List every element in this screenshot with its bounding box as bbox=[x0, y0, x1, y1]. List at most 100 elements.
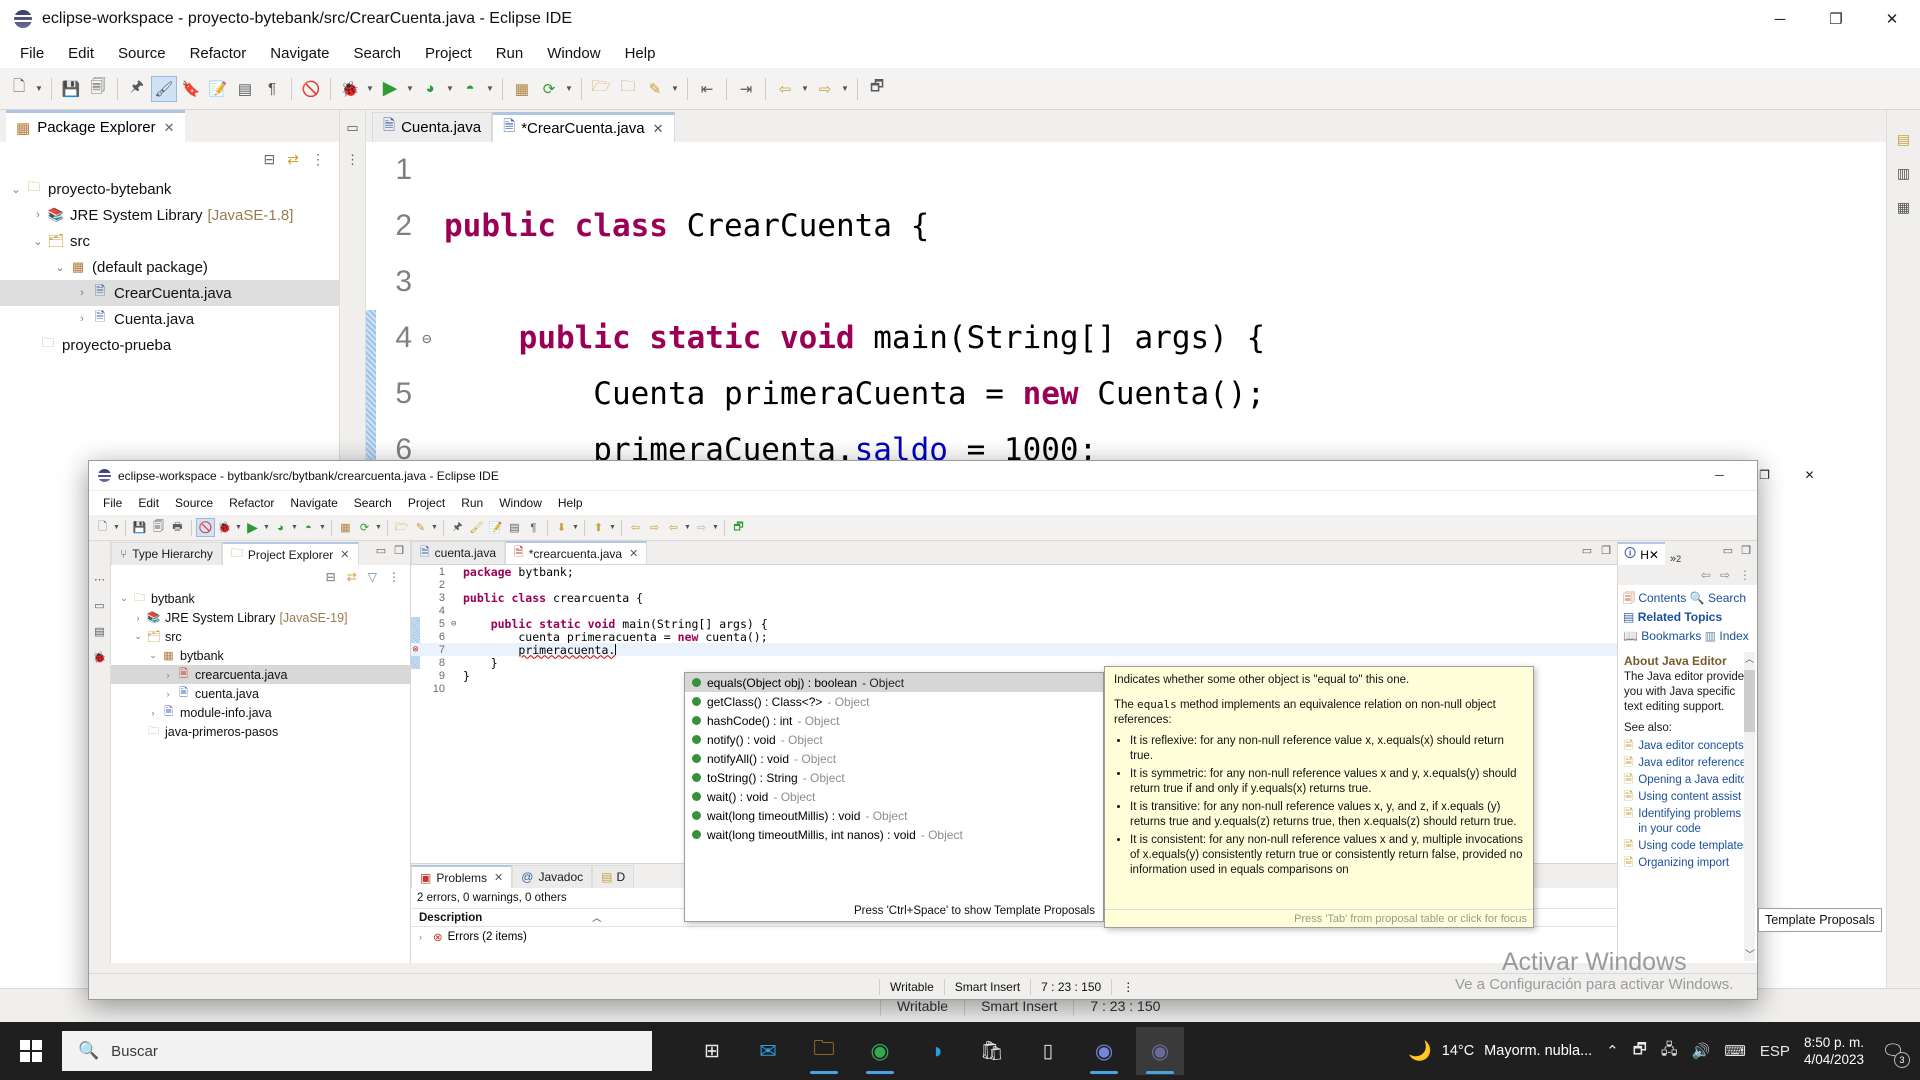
code-line[interactable]: 3 bbox=[366, 254, 1920, 310]
tree-item-crearcuenta-java[interactable]: › 🗎 crearcuenta.java bbox=[111, 665, 410, 684]
open-type-icon[interactable]: ▤ bbox=[505, 518, 524, 537]
network-icon[interactable]: 🖧 bbox=[1661, 1039, 1678, 1064]
new-java-class-icon[interactable]: 📝 bbox=[205, 76, 231, 102]
help-link-search[interactable]: Search bbox=[1708, 591, 1746, 605]
java-perspective-icon[interactable]: ▤ bbox=[1887, 122, 1920, 156]
pilcrow-icon[interactable]: ¶ bbox=[524, 518, 543, 537]
back-icon[interactable]: ⇦ bbox=[626, 518, 645, 537]
menu-project[interactable]: Project bbox=[413, 41, 484, 66]
background-toolbar[interactable]: 🗋 ▼ 💾 🗐 🖈 🖌 🔖 📝 ▤ ¶ 🚫 🐞 ▼ ▶ ▼ ◕ ▼ ◓ ▼ ▦ ⟳ ▼ 🗁 … bbox=[0, 68, 1920, 110]
external-tools-dropdown-arrow[interactable]: ▼ bbox=[484, 84, 496, 93]
code-line[interactable]: 4 ⊖ public static void main(String[] arg… bbox=[366, 310, 1920, 366]
topic-link[interactable]: Java editor reference bbox=[1638, 756, 1746, 771]
next-annotation-dropdown-arrow[interactable]: ▼ bbox=[571, 524, 580, 531]
camera-icon[interactable]: 🗗 bbox=[1633, 1039, 1647, 1064]
quick-fix-icon[interactable]: ✎ bbox=[411, 518, 430, 537]
menu-edit[interactable]: Edit bbox=[130, 494, 167, 512]
status-menu-icon[interactable]: ⋮ bbox=[1111, 978, 1144, 995]
code-line[interactable]: 2 public class CrearCuenta { bbox=[366, 198, 1920, 254]
twisty-icon[interactable]: ⌄ bbox=[8, 183, 24, 196]
run-dropdown-arrow[interactable]: ▼ bbox=[262, 524, 271, 531]
close-icon[interactable]: ✕ bbox=[164, 120, 175, 136]
discord-icon[interactable]: ◉ bbox=[1080, 1027, 1128, 1075]
taskbar-system-tray[interactable]: 🌙 14°C Mayorm. nubla... ⌃ 🗗 🖧 🔊 ⌨ ESP 8:… bbox=[1408, 1034, 1920, 1068]
forward-arrow-icon[interactable]: ⇨ bbox=[1720, 568, 1730, 582]
problems-row-errors[interactable]: › ⊗ Errors (2 items) bbox=[411, 927, 1617, 946]
proposal-item-wait-timeout[interactable]: wait(long timeoutMillis) : void - Object bbox=[685, 806, 1103, 825]
twisty-icon[interactable]: › bbox=[419, 932, 433, 942]
notifications-button[interactable]: 🗨 3 bbox=[1878, 1036, 1910, 1068]
toggle-breakpoint-icon[interactable]: 🖈 bbox=[124, 76, 150, 102]
tree-item-src[interactable]: ⌄ 🗂 src bbox=[0, 228, 339, 254]
edge-icon[interactable]: ◑ bbox=[912, 1027, 960, 1075]
app-icon[interactable]: ▯ bbox=[1024, 1027, 1072, 1075]
tab-overflow-indicator[interactable]: » 2 bbox=[1665, 553, 1686, 565]
help-navigation-toolbar[interactable]: ⇦ ⇨ ⋮ bbox=[1618, 565, 1757, 585]
topic-link[interactable]: Identifying problems in your code bbox=[1638, 807, 1751, 837]
menu-navigate[interactable]: Navigate bbox=[258, 41, 341, 66]
more-icon[interactable]: ⋯ bbox=[89, 567, 110, 593]
scroll-up-icon[interactable]: ︿ bbox=[1744, 652, 1755, 665]
volume-icon[interactable]: 🔊 bbox=[1692, 1042, 1711, 1060]
debug-small-icon[interactable]: 🐞 bbox=[89, 645, 110, 671]
help-link-bookmarks[interactable]: Bookmarks bbox=[1641, 629, 1701, 643]
menu-refactor[interactable]: Refactor bbox=[178, 41, 259, 66]
forward-dropdown-arrow[interactable]: ▼ bbox=[839, 84, 851, 93]
skip-breakpoints-icon[interactable]: 🚫 bbox=[298, 76, 324, 102]
tree-item-default-package[interactable]: ⌄ ▦ (default package) bbox=[0, 254, 339, 280]
error-marker-icon[interactable]: ⊗ bbox=[411, 643, 420, 656]
twisty-icon[interactable]: › bbox=[146, 708, 160, 718]
proposal-item-equals[interactable]: equals(Object obj) : boolean - Object bbox=[685, 673, 1103, 692]
help-link-index[interactable]: Index bbox=[1719, 629, 1748, 643]
back-dropdown-arrow[interactable]: ▼ bbox=[799, 84, 811, 93]
windows-start-icon[interactable] bbox=[0, 1022, 62, 1080]
external-tools-dropdown-arrow[interactable]: ▼ bbox=[318, 524, 327, 531]
help-topic-item[interactable]: 🗎 Identifying problems in your code bbox=[1624, 807, 1751, 837]
toggle-mark-occurrences-icon[interactable]: 🔖 bbox=[178, 76, 204, 102]
foreground-toolbar[interactable]: 🗋 ▼ 💾 🗐 🖶 🚫 🐞 ▼ ▶ ▼ ◕ ▼ ◓ ▼ ▦ ⟳ ▼ 🗁 ✎ ▼ 🖈 🖌 📝 ▤… bbox=[89, 515, 1757, 541]
tree-item-cuenta-java[interactable]: › 🗎 cuenta.java bbox=[111, 684, 410, 703]
forward-icon[interactable]: ⇨ bbox=[645, 518, 664, 537]
debug-icon[interactable]: 🐞 bbox=[215, 518, 234, 537]
search-input[interactable]: 🔍 Buscar bbox=[62, 1031, 652, 1071]
code-line[interactable]: 5 ⊖ public static void main(String[] arg… bbox=[411, 617, 1617, 631]
quick-fix-icon[interactable]: ✎ bbox=[642, 76, 668, 102]
menu-help[interactable]: Help bbox=[613, 41, 668, 66]
code-line[interactable]: 4 bbox=[411, 604, 1617, 617]
editor-tab-row[interactable]: 🗎 cuenta.java 🗎 *crearcuenta.java ✕ ▭ ❐ bbox=[411, 541, 1617, 565]
menu-source[interactable]: Source bbox=[106, 41, 178, 66]
file-explorer-icon[interactable]: 🗀 bbox=[800, 1027, 848, 1075]
refresh-icon[interactable]: ⟳ bbox=[536, 76, 562, 102]
close-icon[interactable]: ✕ bbox=[653, 121, 664, 137]
refresh-icon[interactable]: ⟳ bbox=[355, 518, 374, 537]
menu-search[interactable]: Search bbox=[346, 494, 400, 512]
view-tab-row[interactable]: ⑂ Type Hierarchy 🗀 Project Explorer ✕ ▭ … bbox=[111, 541, 410, 565]
menu-search[interactable]: Search bbox=[341, 41, 413, 66]
minimize-icon[interactable]: ▭ bbox=[1723, 544, 1733, 557]
code-line[interactable]: 1 package bytbank; bbox=[411, 565, 1617, 579]
editor-tab-cuenta[interactable]: 🗎 cuenta.java bbox=[411, 541, 506, 564]
previous-annotation-icon[interactable]: ⇤ bbox=[694, 76, 720, 102]
run-icon[interactable]: ▶ bbox=[243, 518, 262, 537]
run-icon[interactable]: ▶ bbox=[377, 76, 403, 102]
scroll-down-icon[interactable]: ﹀ bbox=[1745, 946, 1755, 961]
help-topic-item[interactable]: 🗎 Using code templates bbox=[1624, 839, 1751, 854]
debug-dropdown-arrow[interactable]: ▼ bbox=[364, 84, 376, 93]
weather-widget[interactable]: 🌙 14°C Mayorm. nubla... bbox=[1408, 1039, 1592, 1063]
help-topic-item[interactable]: 🗎 Java editor concepts bbox=[1624, 739, 1751, 754]
save-all-icon[interactable]: 🗐 bbox=[85, 76, 111, 102]
new-dropdown-arrow[interactable]: ▼ bbox=[33, 84, 45, 93]
close-button[interactable]: ✕ bbox=[1864, 0, 1920, 38]
outline-icon[interactable]: ▤ bbox=[89, 619, 110, 645]
refresh-dropdown-arrow[interactable]: ▼ bbox=[563, 84, 575, 93]
menu-run[interactable]: Run bbox=[484, 41, 536, 66]
quickfix-dropdown-arrow[interactable]: ▼ bbox=[430, 524, 439, 531]
code-line[interactable]: 5 Cuenta primeraCuenta = new Cuenta(); bbox=[366, 366, 1920, 422]
package-explorer-toolbar[interactable]: ⊟ ⇄ ⋮ bbox=[0, 142, 339, 176]
skip-breakpoints-icon[interactable]: 🚫 bbox=[196, 518, 215, 537]
external-tools-icon[interactable]: ◓ bbox=[299, 518, 318, 537]
proposal-item-notifyall[interactable]: notifyAll() : void - Object bbox=[685, 749, 1103, 768]
tree-item-proyecto-prueba[interactable]: 🗀 proyecto-prueba bbox=[0, 332, 339, 358]
tree-item-bytbank[interactable]: ⌄ 🗀 bytbank bbox=[111, 589, 410, 608]
print-icon[interactable]: 🖶 bbox=[168, 518, 187, 537]
